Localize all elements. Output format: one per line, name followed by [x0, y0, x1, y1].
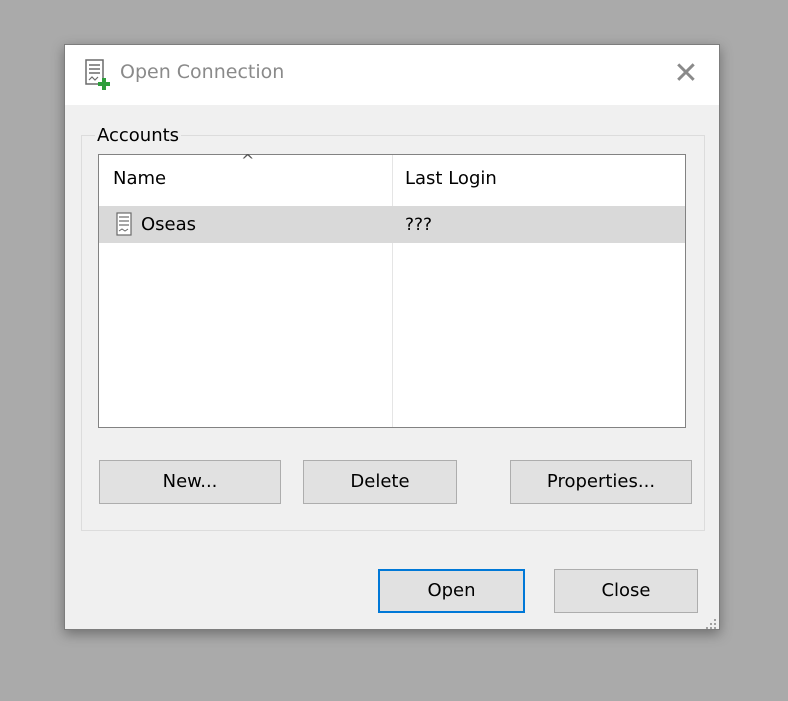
properties-button[interactable]: Properties...	[510, 460, 692, 504]
account-name: Oseas	[141, 214, 197, 235]
close-icon[interactable]: ✕	[671, 59, 701, 89]
table-row[interactable]: Oseas ???	[99, 206, 685, 243]
dialog-title: Open Connection	[120, 61, 285, 83]
server-icon	[116, 212, 132, 236]
accounts-list[interactable]: ^ Name Last Login Oseas ???	[98, 151, 686, 428]
open-connection-dialog: Open Connection ✕ Accounts ^ Name Last L…	[64, 44, 720, 630]
close-button[interactable]: Close	[554, 569, 698, 613]
account-last-login: ???	[405, 215, 433, 235]
desktop-background: Open Connection ✕ Accounts ^ Name Last L…	[0, 0, 788, 701]
delete-button[interactable]: Delete	[303, 460, 457, 504]
accounts-group-label: Accounts	[95, 125, 182, 146]
resize-grip-icon[interactable]	[705, 615, 717, 629]
column-header-name[interactable]: Name	[113, 168, 166, 189]
new-connection-icon	[85, 59, 115, 91]
column-header-last-login[interactable]: Last Login	[405, 168, 497, 189]
title-bar[interactable]: Open Connection ✕	[65, 45, 719, 105]
open-button[interactable]: Open	[378, 569, 525, 613]
sort-ascending-icon: ^	[241, 151, 255, 170]
new-button[interactable]: New...	[99, 460, 281, 504]
column-divider[interactable]	[392, 155, 393, 427]
